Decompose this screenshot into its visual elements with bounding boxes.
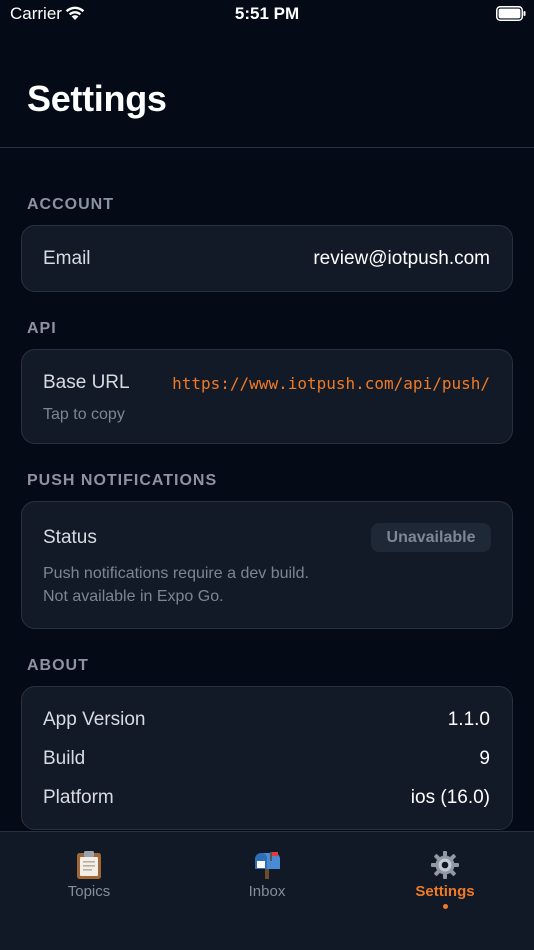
header-divider (0, 147, 534, 148)
tab-bar: Topics Inbox Settings (0, 831, 534, 950)
active-tab-indicator (443, 904, 448, 909)
push-status-label: Status (43, 527, 97, 548)
email-label: Email (43, 248, 91, 269)
section-label-api: API (27, 320, 57, 337)
mailbox-icon (178, 850, 356, 885)
platform-value: ios (16.0) (410, 787, 490, 808)
section-label-account: ACCOUNT (27, 196, 114, 213)
tab-label-inbox: Inbox (248, 883, 286, 900)
tab-settings[interactable]: Settings (356, 832, 534, 922)
tab-label-settings: Settings (415, 883, 475, 900)
app-version-label: App Version (43, 709, 146, 730)
settings-screen: Carrier 5:51 PM Settings ACCOUNT Email r… (0, 0, 534, 950)
gear-icon (356, 850, 534, 885)
account-card: Email review@iotpush.com (21, 225, 513, 292)
email-value: review@iotpush.com (313, 248, 490, 269)
push-notifications-card: Status Unavailable Push notifications re… (21, 501, 513, 629)
section-label-about: ABOUT (27, 657, 89, 674)
clipboard-icon (0, 850, 178, 885)
tab-topics[interactable]: Topics (0, 832, 178, 922)
build-value: 9 (479, 748, 490, 769)
push-hint-line-2: Not available in Expo Go. (43, 588, 224, 605)
clock: 5:51 PM (234, 4, 300, 23)
app-version-value: 1.1.0 (447, 709, 490, 730)
platform-label: Platform (43, 787, 114, 808)
base-url-value[interactable]: https://www.iotpush.com/api/push/ (172, 374, 490, 393)
section-label-push-notifications: PUSH NOTIFICATIONS (27, 472, 218, 489)
page-title: Settings (27, 78, 167, 119)
status-badge: Unavailable (371, 523, 491, 552)
tab-inbox[interactable]: Inbox (178, 832, 356, 922)
battery-icon (496, 6, 526, 26)
push-hint-line-1: Push notifications require a dev build. (43, 565, 309, 582)
build-label: Build (43, 748, 86, 769)
tab-label-topics: Topics (67, 883, 111, 900)
status-bar: Carrier 5:51 PM (0, 0, 534, 30)
base-url-card[interactable]: Base URL https://www.iotpush.com/api/pus… (21, 349, 513, 444)
tap-to-copy-hint: Tap to copy (43, 406, 125, 423)
about-card: App Version 1.1.0 Build 9 Platform ios (… (21, 686, 513, 830)
base-url-label: Base URL (43, 372, 130, 393)
